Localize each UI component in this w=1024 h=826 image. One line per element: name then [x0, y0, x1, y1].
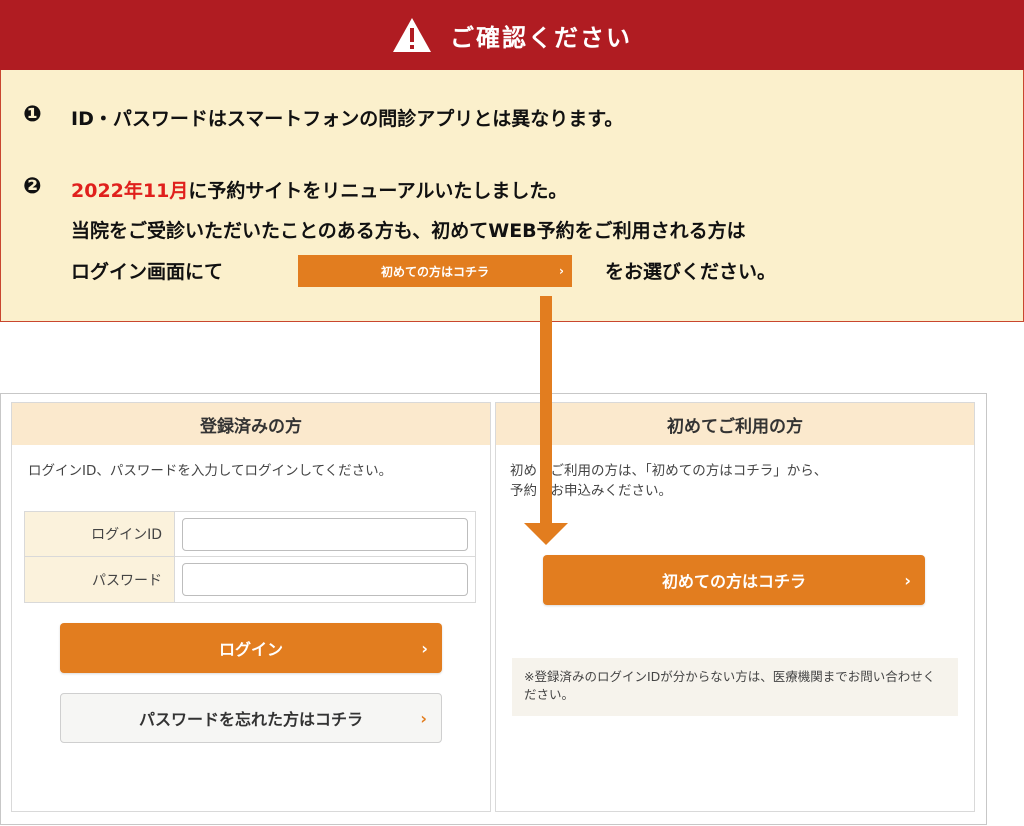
login-screen: 登録済みの方 ログインID、パスワードを入力してログインしてください。 ログイン…	[0, 393, 987, 825]
login-id-input[interactable]	[182, 518, 468, 551]
login-id-help-note: ※登録済みのログインIDが分からない方は、医療機関までお問い合わせください。	[512, 658, 958, 716]
login-id-label: ログインID	[25, 512, 175, 556]
registered-heading: 登録済みの方	[12, 403, 490, 445]
inline-first-time-button: 初めての方はコチラ ›	[298, 255, 572, 287]
first-time-description-line1: 初め ご利用の方は、「初めての方はコチラ」から、	[510, 463, 828, 479]
item2-line1: 2022年11月に予約サイトをリニューアルいたしました。	[71, 176, 567, 203]
item2-line3-pre: ログイン画面にて	[71, 261, 224, 283]
first-time-description-line2: 予約 お申込みください。	[510, 483, 672, 499]
first-time-description: 初め ご利用の方は、「初めての方はコチラ」から、 予約 お申込みください。	[510, 461, 827, 501]
password-input[interactable]	[182, 563, 468, 596]
warning-triangle-icon	[393, 18, 431, 52]
item1-text: ID・パスワードはスマートフォンの問診アプリとは異なります。	[71, 108, 624, 130]
first-time-button[interactable]: 初めての方はコチラ ›	[543, 555, 925, 605]
notice-body: ❶ ID・パスワードはスマートフォンの問診アプリとは異なります。 ❷ 2022年…	[0, 70, 1024, 322]
password-row: パスワード	[25, 557, 475, 602]
first-time-button-label: 初めての方はコチラ	[661, 572, 806, 591]
item2-line2: 当院をご受診いただいたことのある方も、初めてWEB予約をご利用される方は	[71, 220, 746, 242]
chevron-right-icon: ›	[904, 570, 911, 590]
password-label: パスワード	[25, 557, 175, 602]
first-time-heading: 初めてご利用の方	[496, 403, 974, 445]
chevron-right-icon: ›	[420, 708, 427, 728]
notice-header: ご確認ください	[0, 0, 1024, 70]
notice-title: ご確認ください	[450, 23, 632, 52]
chevron-right-icon: ›	[559, 264, 564, 278]
login-form: ログインID パスワード	[24, 511, 476, 603]
first-time-panel: 初めてご利用の方 初め ご利用の方は、「初めての方はコチラ」から、 予約 お申込…	[495, 402, 975, 812]
guide-arrow-shaft	[540, 296, 552, 524]
login-button[interactable]: ログイン ›	[60, 623, 442, 673]
registered-panel: 登録済みの方 ログインID、パスワードを入力してログインしてください。 ログイン…	[11, 402, 491, 812]
guide-arrow-head-icon	[524, 523, 568, 545]
login-button-label: ログイン	[218, 640, 283, 659]
forgot-password-button-label: パスワードを忘れた方はコチラ	[138, 710, 363, 729]
forgot-password-button[interactable]: パスワードを忘れた方はコチラ ›	[60, 693, 442, 743]
item2-text1: に予約サイトをリニューアルいたしました。	[188, 180, 568, 202]
item2-line3-post: をお選びください。	[605, 261, 777, 283]
login-id-row: ログインID	[25, 512, 475, 557]
registered-description: ログインID、パスワードを入力してログインしてください。	[28, 463, 393, 479]
item2-number: ❷	[23, 174, 42, 199]
inline-first-time-button-label: 初めての方はコチラ	[380, 264, 489, 279]
chevron-right-icon: ›	[421, 638, 428, 658]
item2-date: 2022年11月	[71, 180, 189, 202]
item1-number: ❶	[23, 102, 42, 127]
